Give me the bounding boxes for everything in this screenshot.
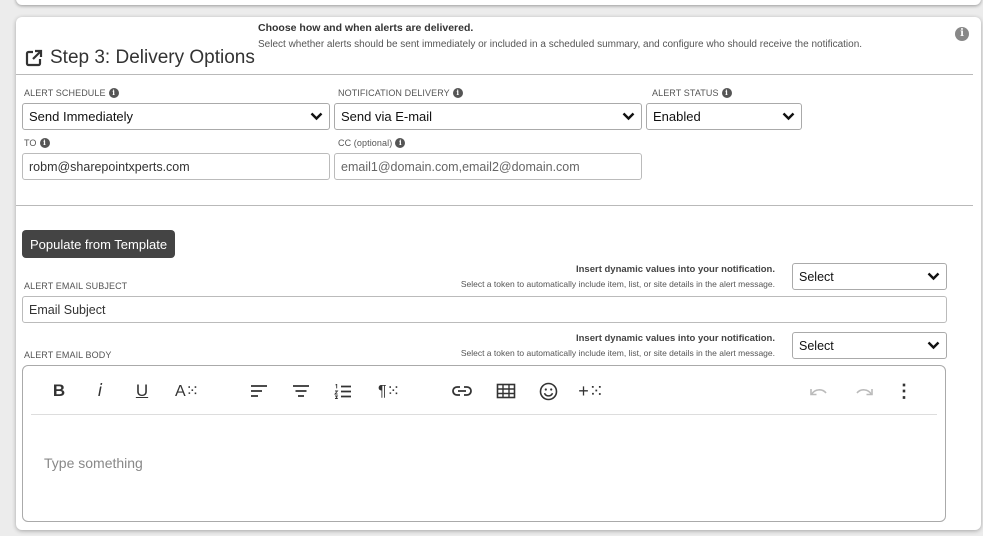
cc-label: CC (optional) i [338, 138, 406, 148]
populate-from-template-button[interactable]: Populate from Template [22, 230, 176, 258]
insert-more-button[interactable]: +⁙ [578, 380, 604, 402]
info-icon[interactable]: i [108, 88, 119, 98]
align-center-icon [293, 385, 309, 397]
subject-token-title: Insert dynamic values into your notifica… [575, 264, 775, 275]
insert-emoji-button[interactable] [537, 380, 559, 402]
toolbar-divider [31, 414, 937, 415]
info-icon[interactable]: i [721, 88, 732, 98]
chevron-down-icon [622, 109, 635, 124]
paragraph-format-button[interactable]: ¶⁙ [377, 380, 401, 402]
step-heading: Choose how and when alerts are delivered… [258, 22, 474, 34]
ordered-list-button[interactable] [333, 380, 353, 402]
divider [16, 74, 973, 75]
undo-button[interactable] [808, 380, 830, 402]
delivery-options-card: Step 3: Delivery Options Choose how and … [16, 17, 981, 530]
to-input[interactable]: robm@sharepointxperts.com [22, 153, 330, 180]
divider [16, 205, 973, 206]
info-icon[interactable]: i [395, 138, 406, 148]
insert-link-button[interactable] [450, 380, 474, 402]
notification-delivery-label: NOTIFICATION DELIVERY i [338, 88, 463, 98]
align-center-button[interactable] [291, 380, 311, 402]
chevron-down-icon [927, 270, 940, 284]
redo-icon [856, 389, 873, 396]
underline-button[interactable]: U [133, 380, 151, 402]
align-left-icon [251, 385, 267, 397]
info-icon[interactable]: i [452, 88, 463, 98]
bold-button[interactable]: B [51, 380, 67, 402]
font-format-button[interactable]: A⁙ [175, 380, 199, 402]
body-token-title: Insert dynamic values into your notifica… [575, 333, 775, 344]
editor-placeholder: Type something [44, 455, 143, 471]
chevron-down-icon [310, 109, 323, 124]
step-title: Step 3: Delivery Options [24, 47, 255, 69]
body-token-select[interactable]: Select [792, 332, 947, 359]
chevron-down-icon [927, 339, 940, 353]
notification-delivery-select[interactable]: Send via E-mail [334, 103, 642, 130]
align-left-button[interactable] [249, 380, 269, 402]
subject-token-description: Select a token to automatically include … [460, 279, 775, 289]
to-label: TO i [24, 138, 50, 148]
email-subject-input[interactable]: Email Subject [22, 296, 947, 323]
alert-email-body-label: ALERT EMAIL BODY [24, 350, 112, 360]
alert-status-label: ALERT STATUS i [652, 88, 732, 98]
alert-email-subject-label: ALERT EMAIL SUBJECT [24, 281, 128, 291]
info-icon[interactable]: i [39, 138, 50, 148]
info-icon[interactable]: i [955, 27, 969, 41]
ordered-list-icon [334, 383, 351, 399]
step-title-text: Step 3: Delivery Options [50, 47, 255, 68]
insert-table-button[interactable] [495, 380, 517, 402]
previous-step-card [16, 0, 981, 5]
email-body-editor[interactable]: B i U A⁙ ¶⁙ +⁙ ⋮ Type something [22, 365, 946, 522]
emoji-icon [539, 382, 557, 400]
open-external-icon [24, 48, 44, 68]
subject-token-select[interactable]: Select [792, 263, 947, 290]
more-options-button[interactable]: ⋮ [895, 380, 913, 402]
link-icon [452, 386, 472, 396]
redo-button[interactable] [853, 380, 875, 402]
alert-schedule-select[interactable]: Send Immediately [22, 103, 330, 130]
cc-input[interactable]: email1@domain.com,email2@domain.com [334, 153, 642, 180]
body-token-description: Select a token to automatically include … [460, 348, 775, 358]
step-description: Select whether alerts should be sent imm… [258, 39, 863, 50]
table-icon [496, 383, 516, 399]
alert-status-select[interactable]: Enabled [646, 103, 802, 130]
chevron-down-icon [782, 109, 795, 124]
italic-button[interactable]: i [93, 380, 107, 402]
alert-schedule-label: ALERT SCHEDULE i [24, 88, 119, 98]
undo-icon [810, 389, 827, 396]
